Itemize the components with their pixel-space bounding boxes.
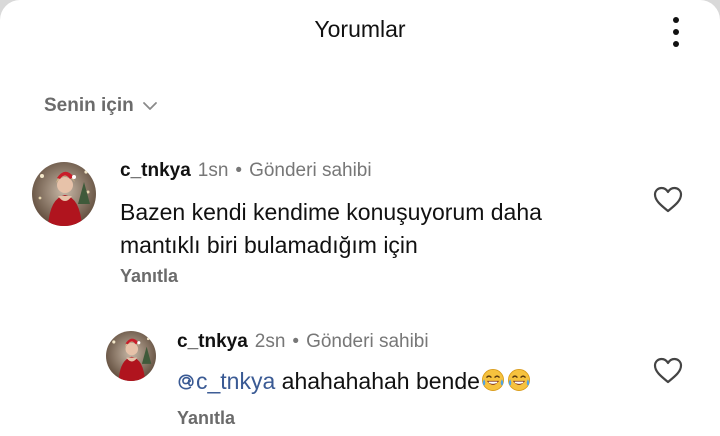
username[interactable]: c_tnkya (177, 331, 248, 353)
more-options-button[interactable] (660, 12, 692, 52)
separator-dot: • (292, 331, 300, 352)
mention-link[interactable]: c_tnkya (177, 368, 275, 394)
comment-meta: c_tnkya 2sn • Gönderi sahibi (177, 331, 429, 353)
heart-outline-icon[interactable] (652, 184, 684, 216)
sort-dropdown[interactable]: Senin için (44, 94, 158, 118)
sheet-header: Yorumlar (0, 0, 720, 64)
threads-at-icon (178, 374, 194, 390)
reply-button[interactable]: Yanıtla (120, 266, 178, 287)
comment-text-body: ahahahahah bende (275, 368, 480, 394)
chevron-down-icon (142, 102, 157, 110)
username[interactable]: c_tnkya (120, 160, 191, 182)
author-badge: Gönderi sahibi (249, 160, 372, 181)
face-with-tears-of-joy-icon (507, 369, 530, 391)
author-badge: Gönderi sahibi (306, 331, 429, 352)
comments-sheet: Yorumlar Senin için c_tnkya 1sn • Gönder… (0, 0, 720, 436)
mention-text: c_tnkya (196, 368, 276, 394)
comment-text-line: mantıklı biri bulamadığım için (120, 232, 418, 258)
timestamp: 1sn (197, 160, 229, 181)
avatar[interactable] (32, 162, 96, 226)
comment-text: Bazen kendi kendime konuşuyorum daha man… (120, 196, 542, 262)
comment-text: c_tnkya ahahahahah bende (177, 365, 532, 398)
more-vertical-icon-dot (673, 41, 679, 47)
more-vertical-icon-dot (673, 29, 679, 35)
heart-outline-icon[interactable] (652, 355, 684, 387)
avatar[interactable] (106, 331, 156, 381)
reply-button[interactable]: Yanıtla (177, 408, 235, 429)
comment-text-line: Bazen kendi kendime konuşuyorum daha (120, 199, 542, 225)
more-vertical-icon (673, 17, 679, 23)
face-with-tears-of-joy-icon (481, 369, 504, 391)
comment-meta: c_tnkya 1sn • Gönderi sahibi (120, 160, 372, 182)
page-title: Yorumlar (314, 16, 406, 42)
timestamp: 2sn (254, 331, 286, 352)
separator-dot: • (235, 160, 243, 181)
sort-label: Senin için (44, 95, 134, 116)
